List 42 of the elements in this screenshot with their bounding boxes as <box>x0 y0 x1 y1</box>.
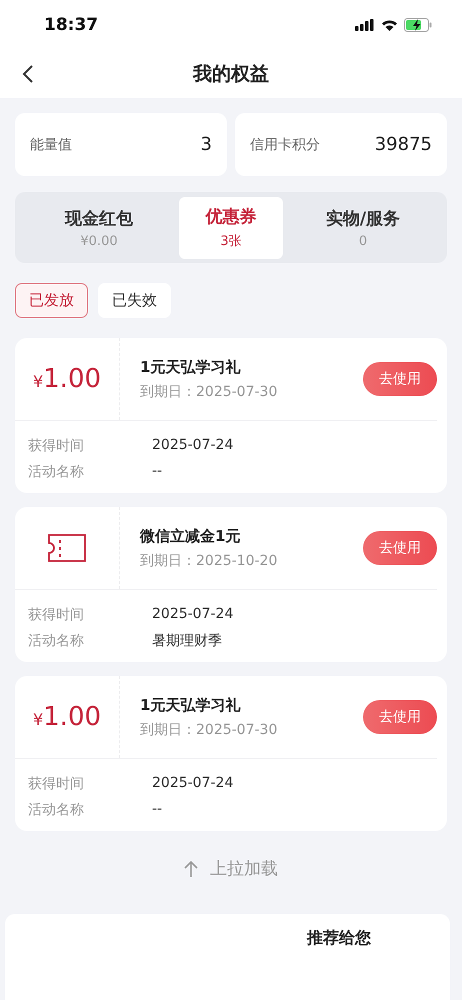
field-value: 暑期理财季 <box>152 632 223 650</box>
coupon-title: 微信立减金1元 <box>140 526 242 546</box>
field-label: 获得时间 <box>28 437 85 455</box>
back-icon[interactable] <box>22 64 34 84</box>
use-button[interactable]: 去使用 <box>363 531 437 565</box>
expiry-date: 到期日：2025-10-20 <box>140 552 278 570</box>
field-label: 活动名称 <box>28 801 85 819</box>
field-label: 获得时间 <box>28 606 85 624</box>
battery-charging-icon <box>404 18 432 32</box>
field-label: 获得时间 <box>28 775 85 793</box>
field-value: 2025-07-24 <box>152 606 234 624</box>
field-value: -- <box>152 463 164 481</box>
field-label: 活动名称 <box>28 632 85 650</box>
field-value: 2025-07-24 <box>152 775 234 793</box>
field-value: -- <box>152 801 164 819</box>
coupon-value: ¥1.00 <box>32 364 102 394</box>
filter-chip[interactable]: 已失效 <box>98 283 171 318</box>
category-tab[interactable]: 实物/服务 0 <box>283 196 443 258</box>
field-label: 活动名称 <box>28 463 85 481</box>
filter-chip[interactable]: 已发放 <box>15 283 88 318</box>
ticket-icon <box>48 534 86 562</box>
wifi-icon <box>381 19 398 31</box>
recommend-title: 推荐给您 <box>307 928 371 949</box>
field-value: 2025-07-24 <box>152 437 234 455</box>
arrow-up-icon <box>184 860 198 878</box>
stat-label: 信用卡积分 <box>250 136 320 154</box>
use-button[interactable]: 去使用 <box>363 362 437 396</box>
coupon-title: 1元天弘学习礼 <box>140 358 242 376</box>
expiry-date: 到期日：2025-07-30 <box>140 382 278 400</box>
signal-icon <box>355 19 375 31</box>
page-title: 我的权益 <box>193 62 269 87</box>
stat-value: 39875 <box>374 134 432 155</box>
category-tab[interactable]: 优惠券 3张 <box>179 196 283 258</box>
coupon-title: 1元天弘学习礼 <box>140 696 242 714</box>
use-button[interactable]: 去使用 <box>363 700 437 734</box>
stat-value: 3 <box>200 134 212 155</box>
load-more-hint: 上拉加载 <box>210 858 278 880</box>
category-tab[interactable]: 现金红包 ¥0.00 <box>19 196 179 258</box>
stat-label: 能量值 <box>30 136 72 154</box>
status-time: 18:37 <box>44 15 98 35</box>
expiry-date: 到期日：2025-07-30 <box>140 720 278 738</box>
coupon-value: ¥1.00 <box>32 702 102 732</box>
